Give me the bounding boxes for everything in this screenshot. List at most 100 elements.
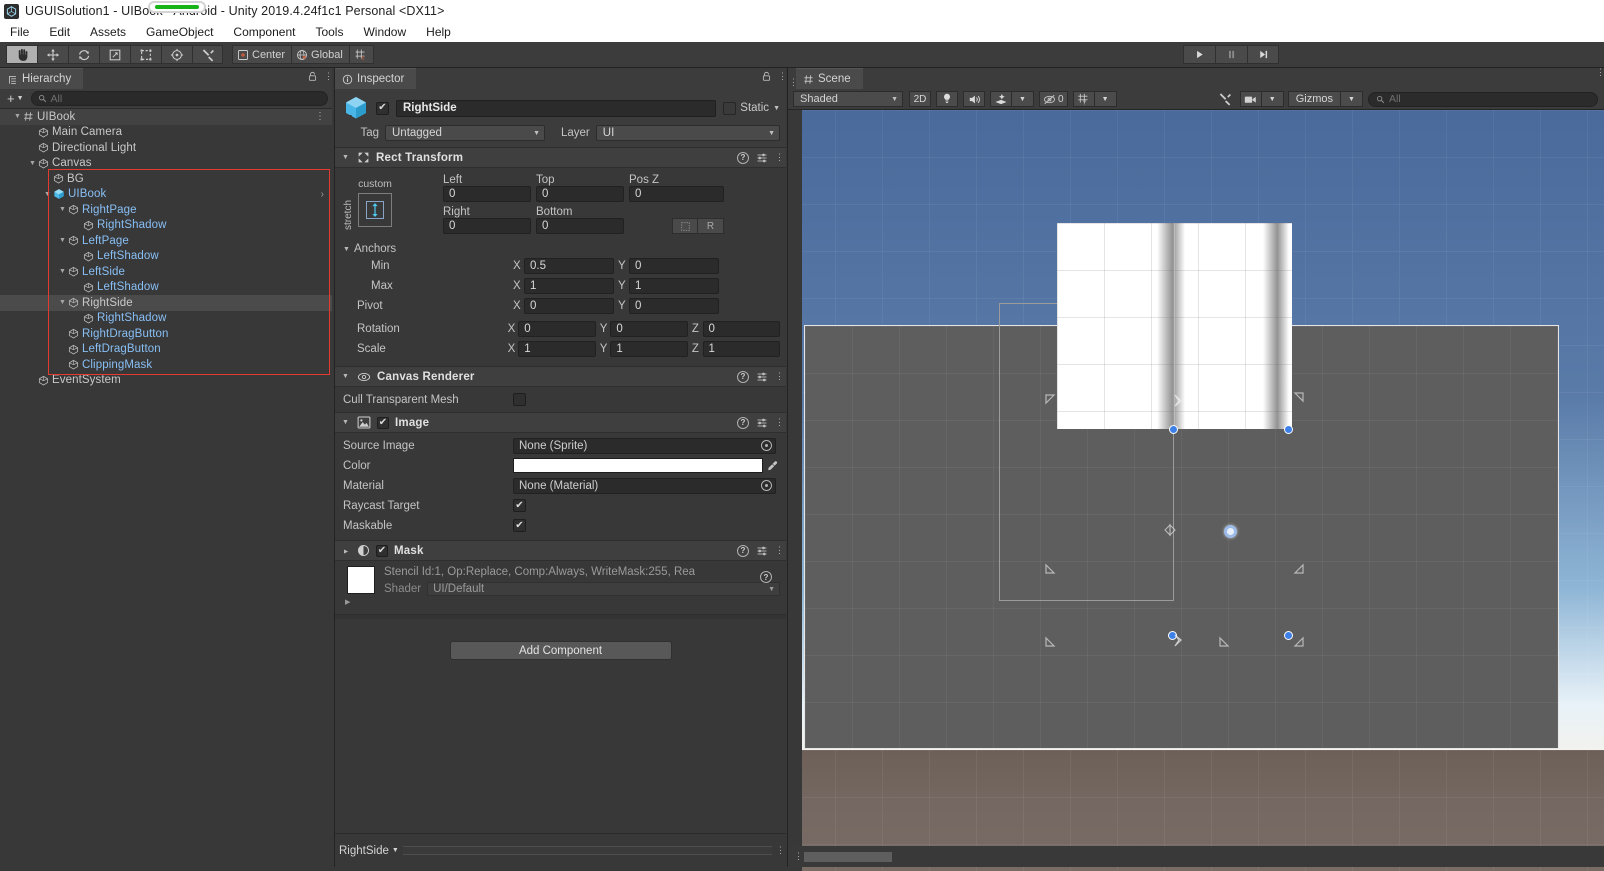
component-header-image[interactable]: ▼ Image ? ⋮ [335,412,786,433]
move-tool-button[interactable] [37,45,68,64]
lock-icon[interactable] [307,71,318,82]
scale-x-input[interactable]: 1 [518,341,596,357]
menu-item-edit[interactable]: Edit [39,25,80,39]
prefab-open-icon[interactable]: › [321,189,324,200]
pivot-gizmo[interactable] [1224,525,1237,538]
hierarchy-row-canvas[interactable]: ▼Canvas [0,156,332,172]
tab-inspector[interactable]: Inspector [335,68,416,89]
raw-edit-button[interactable]: R [698,218,724,234]
hand-tool-button[interactable] [6,45,37,64]
inspector-footer-menu-icon[interactable]: ⋮ [776,849,780,852]
hierarchy-row-rightdragbutton[interactable]: RightDragButton [0,326,332,342]
static-toggle-group[interactable]: Static ▼ [723,102,780,115]
material-field[interactable]: None (Material) [513,478,776,494]
toggle-lighting-button[interactable] [936,91,958,107]
object-picker-icon[interactable] [761,480,772,491]
scene-panel-grip-icon[interactable]: ⋮ [789,81,793,84]
handle-space-button[interactable]: Global [291,45,349,64]
component-menu-icon[interactable]: ⋮ [775,549,779,552]
help-icon[interactable]: ? [737,152,749,164]
help-icon[interactable]: ? [760,571,772,583]
top-input[interactable]: 0 [536,186,624,202]
hierarchy-row-leftdragbutton[interactable]: LeftDragButton [0,342,332,358]
settings-icon[interactable] [756,417,768,429]
eyedropper-icon[interactable] [767,460,778,471]
scale-z-input[interactable]: 1 [703,341,781,357]
scene-viewport[interactable] [788,110,1604,871]
hierarchy-row-uibook[interactable]: ▼UIBook⋮ [0,109,332,125]
anchor-preset-widget[interactable]: stretch custom [343,174,443,236]
help-icon[interactable]: ? [737,545,749,557]
hierarchy-row-rightshadow[interactable]: RightShadow [0,311,332,327]
anchors-foldout-icon[interactable]: ▼ [343,246,354,253]
menu-item-component[interactable]: Component [223,25,305,39]
rotation-x-input[interactable]: 0 [518,321,596,337]
static-checkbox[interactable] [723,102,736,115]
foldout-icon[interactable]: ▼ [57,237,68,244]
scale-y-input[interactable]: 1 [610,341,688,357]
hierarchy-search-input[interactable]: All [31,91,328,106]
lock-icon[interactable] [761,71,772,82]
pivot-mode-button[interactable]: Center [232,45,291,64]
hierarchy-row-bg[interactable]: BG [0,171,332,187]
hierarchy-row-rightpage[interactable]: ▼RightPage [0,202,332,218]
help-icon[interactable]: ? [737,371,749,383]
shader-dropdown[interactable]: UI/Default ▼ [427,582,780,596]
menu-item-window[interactable]: Window [353,25,416,39]
foldout-icon[interactable]: ▼ [57,268,68,275]
rotate-tool-button[interactable] [68,45,99,64]
toggle-2d-button[interactable]: 2D [909,91,931,107]
component-header-mask[interactable]: ▼ Mask ? ⋮ [335,540,786,561]
transform-tool-button[interactable] [161,45,192,64]
hierarchy-row-uibook[interactable]: ▼UIBook› [0,187,332,203]
hierarchy-row-main-camera[interactable]: Main Camera [0,125,332,141]
anchor-max-x-input[interactable]: 1 [524,278,614,294]
grid-dropdown-button[interactable]: ▼ [1095,91,1117,107]
object-name-field[interactable]: RightSide [396,100,716,117]
foldout-icon[interactable]: ▼ [342,154,351,161]
scene-row-menu-icon[interactable]: ⋮ [315,111,324,122]
blueprint-mode-button[interactable] [672,218,698,234]
add-gameobject-button[interactable]: + ▼ [4,91,27,106]
scene-camera-button[interactable] [1240,91,1262,107]
inspector-footer-dropdown[interactable]: RightSide ▼ [339,845,399,857]
static-dropdown-icon[interactable]: ▼ [773,105,780,112]
foldout-icon[interactable]: ▼ [343,546,350,555]
color-swatch-field[interactable] [513,458,763,473]
bottom-input[interactable]: 0 [536,218,624,234]
menu-item-gameobject[interactable]: GameObject [136,25,223,39]
hierarchy-row-rightside[interactable]: ▼RightSide [0,295,332,311]
foldout-icon[interactable]: ▼ [57,206,68,213]
component-menu-icon[interactable]: ⋮ [775,421,779,424]
toggle-grid-button[interactable]: Y [1073,91,1095,107]
grid-snap-button[interactable]: 5 [349,45,374,64]
settings-icon[interactable] [756,152,768,164]
foldout-icon[interactable]: ▼ [12,113,23,120]
layer-dropdown[interactable]: UI ▼ [596,125,780,141]
foldout-icon[interactable]: ▼ [57,299,68,306]
tab-hierarchy[interactable]: Hierarchy [0,68,83,89]
foldout-icon[interactable]: ▼ [342,373,351,380]
scene-camera-dropdown-button[interactable]: ▼ [1262,91,1284,107]
settings-icon[interactable] [756,371,768,383]
menu-item-assets[interactable]: Assets [80,25,136,39]
toggle-audio-button[interactable] [963,91,985,107]
scene-search-input[interactable]: All [1368,92,1598,107]
image-enabled-checkbox[interactable] [377,417,389,429]
component-menu-icon[interactable]: ⋮ [775,156,779,159]
left-input[interactable]: 0 [443,186,531,202]
scene-menu-icon[interactable]: ⋮ [1596,71,1600,74]
raycast-target-checkbox[interactable]: ✔ [513,499,526,512]
hierarchy-row-leftshadow[interactable]: LeftShadow [0,280,332,296]
pivot-x-input[interactable]: 0 [524,298,614,314]
custom-editor-tool-button[interactable] [192,45,223,64]
selection-handle-top-left[interactable] [1169,425,1178,434]
rotation-y-input[interactable]: 0 [610,321,688,337]
foldout-icon[interactable]: ▼ [342,419,351,426]
toggle-fx-button[interactable] [990,91,1012,107]
hierarchy-menu-icon[interactable]: ⋮ [324,75,328,78]
add-component-button[interactable]: Add Component [450,641,672,660]
hierarchy-row-leftpage[interactable]: ▼LeftPage [0,233,332,249]
hierarchy-row-leftside[interactable]: ▼LeftSide [0,264,332,280]
shading-mode-dropdown[interactable]: Shaded ▼ [793,91,903,107]
